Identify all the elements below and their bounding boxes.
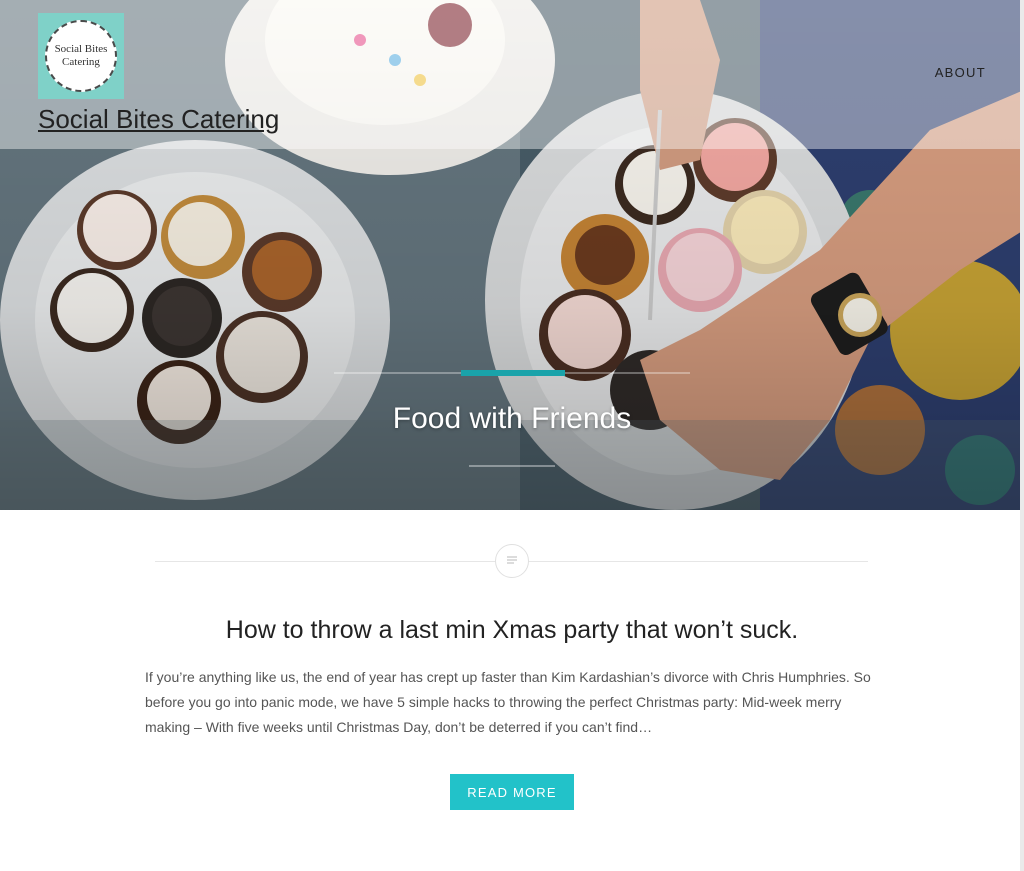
read-more-button[interactable]: READ MORE bbox=[450, 774, 574, 810]
post-format-badge bbox=[495, 544, 529, 578]
window-edge bbox=[1020, 0, 1024, 871]
post-excerpt: If you’re anything like us, the end of y… bbox=[145, 669, 871, 735]
hero-title: Food with Friends bbox=[392, 402, 632, 435]
hero-accent-bar bbox=[461, 370, 565, 376]
post-title[interactable]: How to throw a last min Xmas party that … bbox=[0, 616, 1024, 645]
document-icon bbox=[507, 556, 517, 564]
hero-banner: Social Bites Catering Social Bites Cater… bbox=[0, 0, 1024, 510]
